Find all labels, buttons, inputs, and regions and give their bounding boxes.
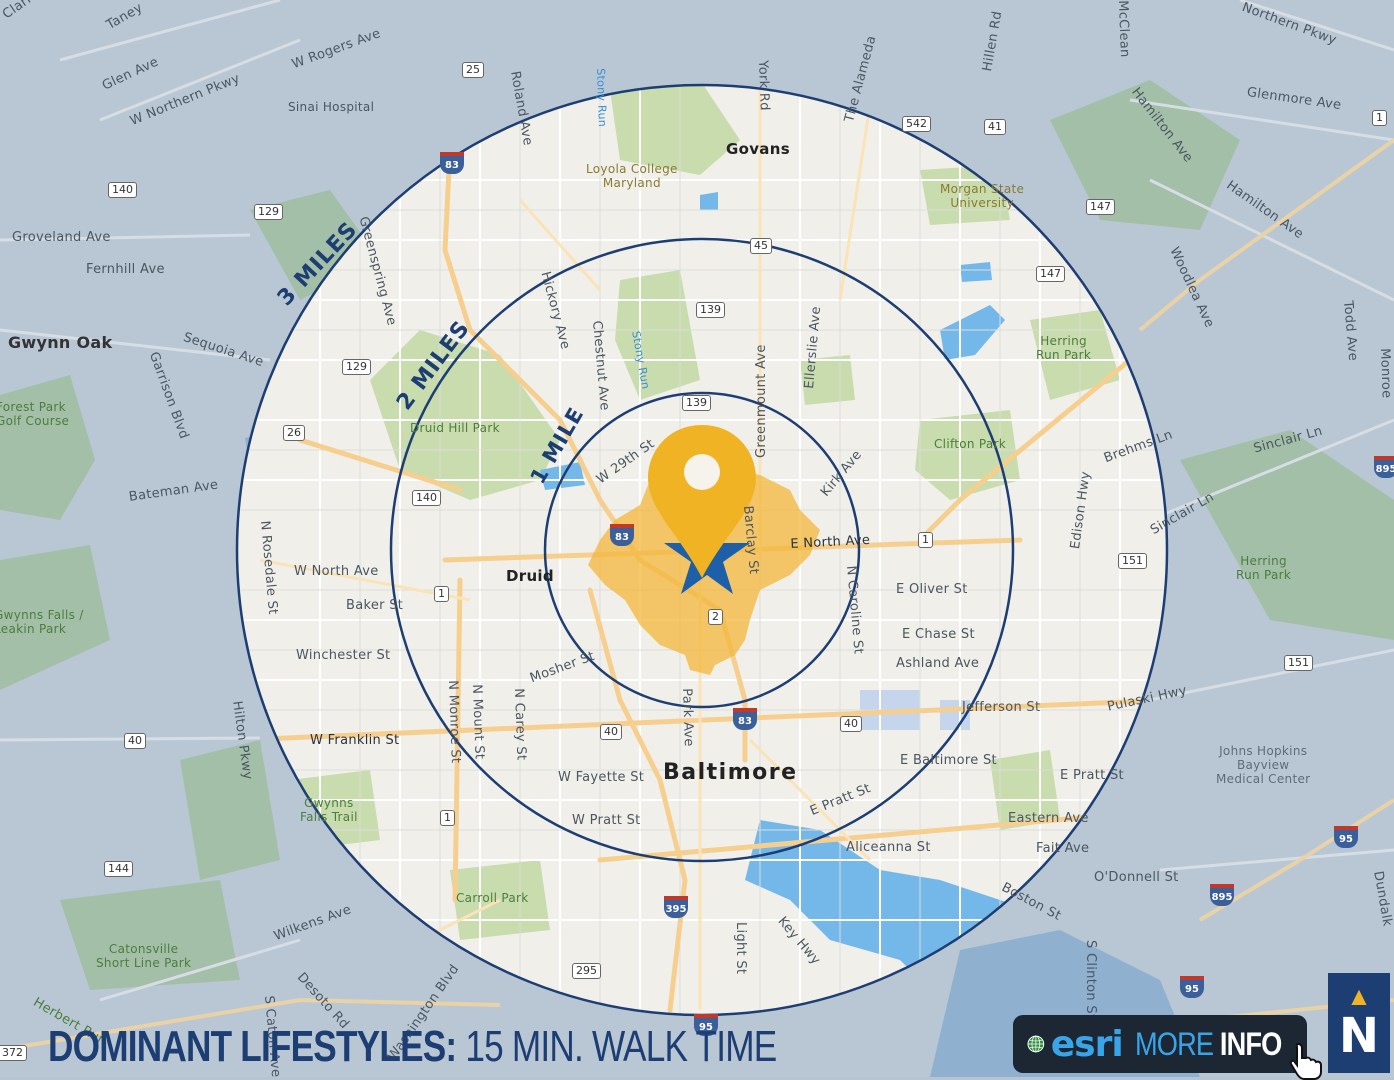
street-label: Stony Run [594, 68, 610, 128]
interstate-shield: 95 [1334, 826, 1358, 848]
street-label: E Pratt St [1060, 768, 1124, 783]
street-label: Eastern Ave [1008, 811, 1089, 826]
esri-info-label: INFO [1219, 1025, 1282, 1062]
street-label: Fait Ave [1036, 841, 1090, 856]
route-shield: 45 [750, 238, 772, 254]
place-label: Clifton Park [934, 437, 1007, 451]
route-shield: 147 [1086, 199, 1115, 215]
interstate-shield: 395 [664, 896, 688, 918]
route-shield: 1 [918, 532, 933, 548]
north-arrow-icon: ▲ [1346, 981, 1372, 1011]
route-shield: 1 [434, 586, 449, 602]
route-shield: 129 [254, 204, 283, 220]
street-label: McClean [1115, 0, 1133, 58]
street-label: York Rd [755, 60, 772, 112]
street-label: Baker St [346, 598, 404, 613]
place-label: Carroll Park [456, 891, 529, 905]
route-shield: 2 [708, 609, 723, 625]
route-shield: 144 [104, 861, 133, 877]
route-shield: 139 [696, 302, 725, 318]
interstate-shield: 895 [1374, 456, 1394, 478]
interstate-shield: 83 [733, 708, 757, 730]
place-label: Forest Park Golf Course [0, 400, 70, 428]
route-shield: 151 [1118, 553, 1147, 569]
neighborhood-baltimore: Baltimore [663, 760, 798, 785]
street-label: S Clinton St [1083, 940, 1098, 1020]
neighborhood-druid: Druid [506, 567, 554, 585]
north-letter: N [1338, 1008, 1380, 1064]
place-label: Sinai Hospital [288, 100, 375, 114]
route-shield: 40 [124, 733, 146, 749]
esri-more-info-button[interactable]: esri MORE INFO [1013, 1015, 1307, 1073]
route-shield: 139 [682, 395, 711, 411]
street-label: N Carey St [511, 688, 529, 761]
route-shield: 40 [840, 716, 862, 732]
route-shield: 26 [283, 425, 305, 441]
street-label: Groveland Ave [12, 230, 111, 245]
place-label: Catonsville Short Line Park [96, 942, 192, 970]
interstate-shield: 83 [440, 152, 464, 174]
route-shield: 1 [1372, 110, 1387, 126]
place-label: Morgan State University [940, 182, 1025, 210]
street-label: Winchester St [296, 648, 391, 663]
esri-more-info-label: MORE INFO [1134, 1025, 1282, 1063]
neighborhood-govans: Govans [726, 140, 790, 158]
street-label: Park Ave [679, 688, 697, 747]
street-label: W Fayette St [558, 770, 645, 785]
street-label: Greenmount Ave [754, 344, 769, 458]
street-label: N Mount St [469, 684, 487, 760]
interstate-shield: 895 [1210, 884, 1234, 906]
street-label: Light St [733, 922, 748, 975]
street-label: O'Donnell St [1094, 870, 1179, 885]
street-label: W North Ave [294, 564, 379, 579]
pointer-hand-icon [1289, 1042, 1322, 1080]
interstate-shield: 95 [1180, 976, 1204, 998]
globe-icon [1027, 1035, 1045, 1053]
route-shield: 140 [412, 490, 441, 506]
footer-title-bold: DOMINANT LIFESTYLES: [48, 1022, 457, 1071]
route-shield: 372 [0, 1045, 27, 1061]
footer-title: DOMINANT LIFESTYLES: 15 MIN. WALK TIME [48, 1022, 777, 1072]
street-label: E Baltimore St [900, 753, 997, 768]
street-label: Fernhill Ave [86, 262, 165, 277]
route-shield: 147 [1036, 266, 1065, 282]
neighborhood-gwynn-oak: Gwynn Oak [8, 333, 113, 352]
place-label: Gwynns Falls Trail [300, 796, 358, 824]
route-shield: 41 [984, 119, 1006, 135]
route-shield: 129 [342, 359, 371, 375]
street-label: E Chase St [902, 627, 975, 642]
route-shield: 151 [1284, 655, 1313, 671]
street-label: Ashland Ave [896, 656, 980, 671]
esri-logo-text: esri [1050, 1023, 1124, 1065]
place-label: Loyola College Maryland [586, 162, 678, 190]
route-shield: 542 [902, 116, 931, 132]
route-shield: 1 [440, 810, 455, 826]
street-label: E Oliver St [896, 582, 968, 597]
place-label: Gwynns Falls / Leakin Park [0, 608, 84, 636]
street-label: W Franklin St [310, 733, 400, 748]
place-label: Herring Run Park [1236, 554, 1292, 582]
place-label: Druid Hill Park [410, 421, 500, 435]
street-label: Monroe [1377, 348, 1394, 399]
street-label: W Pratt St [572, 813, 641, 828]
place-label: Herring Run Park [1036, 334, 1092, 362]
street-label: Jefferson St [962, 700, 1041, 715]
route-shield: 140 [108, 182, 137, 198]
north-arrow: ▲ N [1328, 973, 1390, 1073]
route-shield: 295 [572, 963, 601, 979]
place-label: Johns Hopkins Bayview Medical Center [1216, 744, 1311, 786]
footer-title-light: 15 MIN. WALK TIME [456, 1022, 777, 1071]
street-label: Aliceanna St [846, 840, 931, 855]
street-label: N Monroe St [445, 680, 463, 764]
interstate-shield: 83 [610, 524, 634, 546]
route-shield: 40 [600, 724, 622, 740]
esri-more-label: MORE [1134, 1025, 1214, 1062]
route-shield: 25 [462, 62, 484, 78]
